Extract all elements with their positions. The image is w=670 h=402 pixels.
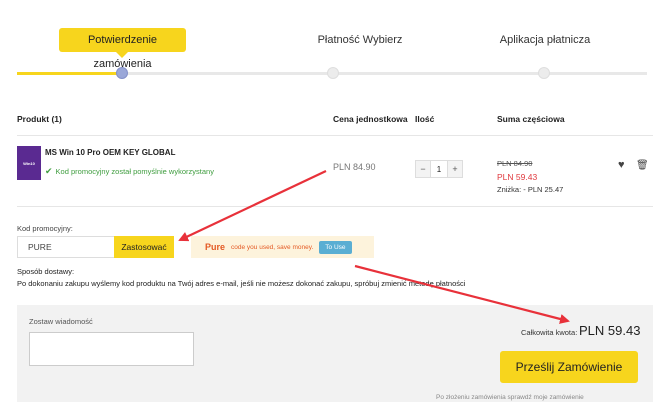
annotation-arrow-to-promo (178, 170, 327, 242)
annotation-arrows (178, 170, 570, 324)
annotation-arrow-to-total (354, 264, 570, 324)
